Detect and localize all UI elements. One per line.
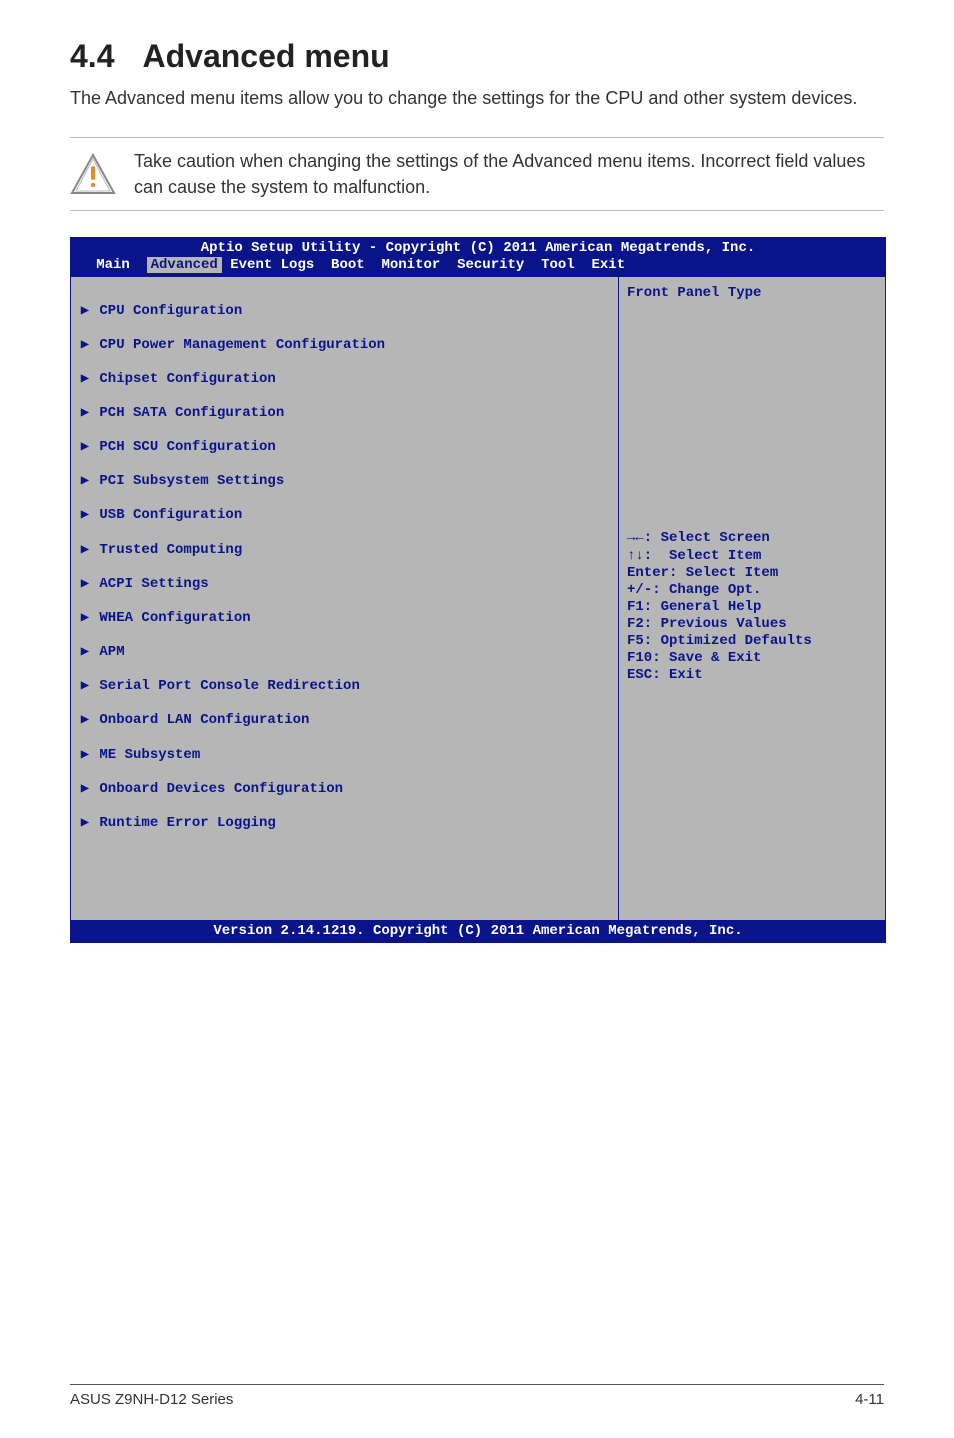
submenu-arrow-icon: ▶ <box>79 405 91 422</box>
menu-item[interactable]: ▶ ME Subsystem <box>79 747 610 764</box>
section-heading: 4.4 Advanced menu <box>70 38 884 75</box>
side-help-title: Front Panel Type <box>627 285 877 302</box>
menu-item-label: Runtime Error Logging <box>99 815 275 831</box>
menu-item[interactable]: ▶ Chipset Configuration <box>79 371 610 388</box>
menu-item[interactable]: ▶ Runtime Error Logging <box>79 815 610 832</box>
menu-item[interactable]: ▶ WHEA Configuration <box>79 610 610 627</box>
menu-item[interactable]: ▶ Trusted Computing <box>79 542 610 559</box>
submenu-arrow-icon: ▶ <box>79 473 91 490</box>
hint-line: ESC: Exit <box>627 667 877 684</box>
hint-line: +/-: Change Opt. <box>627 582 877 599</box>
menu-item-label: PCI Subsystem Settings <box>99 473 284 489</box>
menu-item[interactable]: ▶ Serial Port Console Redirection <box>79 678 610 695</box>
submenu-arrow-icon: ▶ <box>79 712 91 729</box>
tab-rest[interactable]: Event Logs Boot Monitor Security Tool Ex… <box>222 257 625 273</box>
menu-item[interactable]: ▶ CPU Power Management Configuration <box>79 337 610 354</box>
submenu-arrow-icon: ▶ <box>79 678 91 695</box>
menu-item-label: Onboard Devices Configuration <box>99 781 343 797</box>
menu-item-label: Chipset Configuration <box>99 371 275 387</box>
page-footer: ASUS Z9NH-D12 Series 4-11 <box>70 1384 884 1408</box>
submenu-arrow-icon: ▶ <box>79 439 91 456</box>
bios-side-pane: Front Panel Type →←: Select Screen ↑↓: S… <box>618 277 885 920</box>
menu-item-label: Serial Port Console Redirection <box>99 678 359 694</box>
hint-line: F1: General Help <box>627 599 877 616</box>
caution-icon <box>70 153 116 195</box>
menu-item-label: CPU Configuration <box>99 303 242 319</box>
hint-line: ↑↓: Select Item <box>627 548 877 565</box>
tab-advanced[interactable]: Advanced <box>147 257 222 273</box>
menu-item[interactable]: ▶ Onboard LAN Configuration <box>79 712 610 729</box>
tab-main[interactable]: Main <box>71 257 147 273</box>
caution-text: Take caution when changing the settings … <box>134 148 884 200</box>
bios-header: Aptio Setup Utility - Copyright (C) 2011… <box>71 238 885 257</box>
submenu-arrow-icon: ▶ <box>79 815 91 832</box>
menu-item-label: Onboard LAN Configuration <box>99 712 309 728</box>
menu-item-label: WHEA Configuration <box>99 610 250 626</box>
bios-tab-bar: Main Advanced Event Logs Boot Monitor Se… <box>71 257 885 276</box>
submenu-arrow-icon: ▶ <box>79 747 91 764</box>
submenu-arrow-icon: ▶ <box>79 781 91 798</box>
submenu-arrow-icon: ▶ <box>79 507 91 524</box>
menu-item[interactable]: ▶ PCI Subsystem Settings <box>79 473 610 490</box>
footer-right: 4-11 <box>855 1391 884 1408</box>
menu-item[interactable]: ▶ USB Configuration <box>79 507 610 524</box>
section-number: 4.4 <box>70 38 114 75</box>
bios-menu-pane: ▶ CPU Configuration ▶ CPU Power Manageme… <box>71 277 618 920</box>
footer-left: ASUS Z9NH-D12 Series <box>70 1391 233 1408</box>
submenu-arrow-icon: ▶ <box>79 576 91 593</box>
caution-callout: Take caution when changing the settings … <box>70 137 884 211</box>
menu-item-label: PCH SATA Configuration <box>99 405 284 421</box>
hint-line: F10: Save & Exit <box>627 650 877 667</box>
bios-footer: Version 2.14.1219. Copyright (C) 2011 Am… <box>71 921 885 942</box>
submenu-arrow-icon: ▶ <box>79 303 91 320</box>
hint-line: F2: Previous Values <box>627 616 877 633</box>
intro-paragraph: The Advanced menu items allow you to cha… <box>70 85 884 111</box>
submenu-arrow-icon: ▶ <box>79 371 91 388</box>
bios-window: Aptio Setup Utility - Copyright (C) 2011… <box>70 237 886 943</box>
menu-item[interactable]: ▶ Onboard Devices Configuration <box>79 781 610 798</box>
menu-item-label: APM <box>99 644 124 660</box>
menu-item[interactable]: ▶ PCH SATA Configuration <box>79 405 610 422</box>
menu-item-label: CPU Power Management Configuration <box>99 337 385 353</box>
hint-line: F5: Optimized Defaults <box>627 633 877 650</box>
menu-item[interactable]: ▶ ACPI Settings <box>79 576 610 593</box>
submenu-arrow-icon: ▶ <box>79 610 91 627</box>
submenu-arrow-icon: ▶ <box>79 542 91 559</box>
menu-item-label: Trusted Computing <box>99 542 242 558</box>
bios-body: ▶ CPU Configuration ▶ CPU Power Manageme… <box>71 276 885 921</box>
menu-item[interactable]: ▶ PCH SCU Configuration <box>79 439 610 456</box>
menu-item[interactable]: ▶ CPU Configuration <box>79 303 610 320</box>
hint-line: →←: Select Screen <box>627 530 877 547</box>
section-title: Advanced menu <box>142 38 389 74</box>
menu-item-label: USB Configuration <box>99 507 242 523</box>
submenu-arrow-icon: ▶ <box>79 337 91 354</box>
menu-item-label: ACPI Settings <box>99 576 208 592</box>
hint-line: Enter: Select Item <box>627 565 877 582</box>
menu-item-label: PCH SCU Configuration <box>99 439 275 455</box>
menu-item[interactable]: ▶ APM <box>79 644 610 661</box>
page: 4.4 Advanced menu The Advanced menu items… <box>0 0 954 1438</box>
menu-item-label: ME Subsystem <box>99 747 200 763</box>
submenu-arrow-icon: ▶ <box>79 644 91 661</box>
